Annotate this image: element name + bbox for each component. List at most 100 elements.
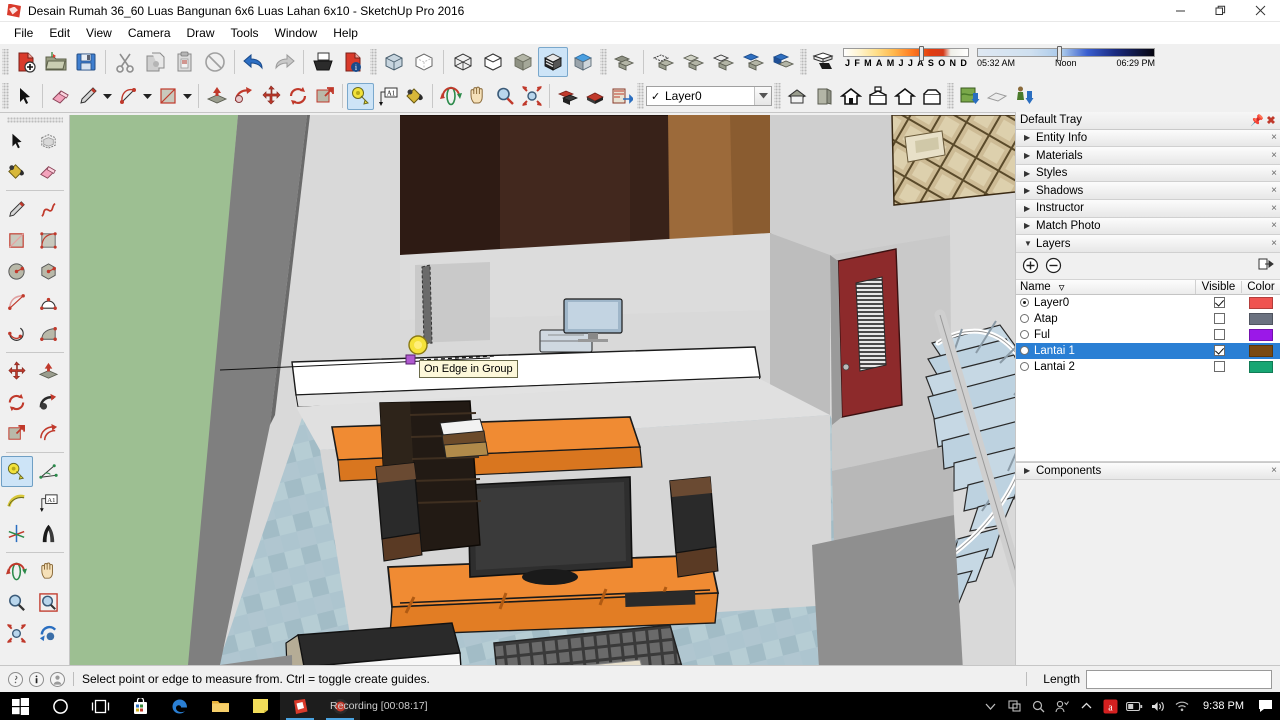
rectangle-tool-button[interactable] xyxy=(154,83,181,110)
model-viewport[interactable]: On Edge in Group xyxy=(70,115,1015,665)
toolbar-grip[interactable] xyxy=(2,83,9,109)
previous-view-button[interactable] xyxy=(33,618,65,649)
people-icon[interactable] xyxy=(1051,692,1073,720)
xray-style-button[interactable] xyxy=(379,47,409,77)
right-view-button[interactable] xyxy=(918,83,945,110)
display-section-cuts-button[interactable] xyxy=(678,47,708,77)
toolbar-grip[interactable] xyxy=(600,49,607,75)
hidden-line-style-button[interactable] xyxy=(478,47,508,77)
shadow-toggle-button[interactable] xyxy=(809,47,839,77)
menu-tools[interactable]: Tools xyxy=(223,23,267,43)
sketchup-app-button[interactable] xyxy=(280,692,320,720)
rotate-tool-button[interactable] xyxy=(284,83,311,110)
display-icon[interactable] xyxy=(1003,692,1025,720)
close-icon[interactable]: ✖ xyxy=(1264,114,1278,127)
zoom-extents-tool-button[interactable] xyxy=(518,83,545,110)
tray-panel-entity-info[interactable]: ▶ Entity Info × xyxy=(1016,129,1280,148)
paint-bucket-tool-button[interactable] xyxy=(1,156,33,187)
arc-3point-tool-button[interactable] xyxy=(33,287,65,318)
zoom-tool-button[interactable] xyxy=(491,83,518,110)
account-icon[interactable] xyxy=(50,671,65,687)
toolbar-grip[interactable] xyxy=(774,83,781,109)
column-header-color[interactable]: Color xyxy=(1242,281,1280,293)
pan-tool-button[interactable] xyxy=(464,83,491,110)
tray-panel-shadows[interactable]: ▶ Shadows × xyxy=(1016,182,1280,201)
select-tool-button[interactable] xyxy=(11,83,38,110)
menu-view[interactable]: View xyxy=(78,23,120,43)
remove-layer-button[interactable] xyxy=(1045,257,1062,274)
layer-row[interactable]: Atap xyxy=(1016,311,1280,327)
undo-button[interactable] xyxy=(239,47,269,77)
layer-row[interactable]: Layer0 xyxy=(1016,295,1280,311)
search-icon[interactable] xyxy=(1027,692,1049,720)
store-button[interactable] xyxy=(120,692,160,720)
arc-tool-button[interactable] xyxy=(114,83,141,110)
chevron-down-icon[interactable] xyxy=(754,87,771,105)
layer-color-swatch[interactable] xyxy=(1249,360,1273,373)
model-info-button[interactable]: i xyxy=(338,47,368,77)
time-slider-thumb[interactable] xyxy=(1056,46,1062,61)
layer-visible-checkbox[interactable] xyxy=(1213,297,1225,309)
orbit-tool-button[interactable] xyxy=(437,83,464,110)
back-edges-style-button[interactable] xyxy=(409,47,439,77)
front-view-button[interactable] xyxy=(837,83,864,110)
previous-view-button[interactable] xyxy=(554,83,581,110)
select-tool-button[interactable] xyxy=(1,125,33,156)
add-layer-button[interactable] xyxy=(1022,257,1039,274)
photo-textures-button[interactable] xyxy=(1010,83,1037,110)
iso-view-button[interactable] xyxy=(783,83,810,110)
battery-icon[interactable] xyxy=(1123,692,1145,720)
paint-bucket-tool-button[interactable] xyxy=(401,83,428,110)
measurement-input[interactable] xyxy=(1086,669,1272,689)
scale-tool-button[interactable] xyxy=(1,418,33,449)
3d-text-tool-button[interactable] xyxy=(33,518,65,549)
show-hidden-icon[interactable] xyxy=(979,692,1001,720)
shaded-style-button[interactable] xyxy=(508,47,538,77)
layer-selector[interactable]: ✓ Layer0 xyxy=(646,86,772,106)
active-layer-radio[interactable] xyxy=(1020,346,1029,356)
make-component-tool-button[interactable] xyxy=(33,125,65,156)
move-tool-button[interactable] xyxy=(257,83,284,110)
new-document-button[interactable] xyxy=(11,47,41,77)
text-tool-button[interactable]: A1 xyxy=(33,487,65,518)
arc-segment-tool-button[interactable] xyxy=(33,318,65,349)
menu-file[interactable]: File xyxy=(6,23,41,43)
redo-button[interactable] xyxy=(269,47,299,77)
rectangle-tool-dropdown[interactable] xyxy=(181,82,194,110)
open-document-button[interactable] xyxy=(41,47,71,77)
toolbar-grip[interactable] xyxy=(637,83,644,109)
minimize-button[interactable] xyxy=(1160,0,1200,22)
next-view-button[interactable] xyxy=(581,83,608,110)
scale-tool-button[interactable] xyxy=(311,83,338,110)
layer-visible-checkbox[interactable] xyxy=(1213,361,1225,373)
active-layer-radio[interactable] xyxy=(1020,362,1029,372)
file-explorer-button[interactable] xyxy=(200,692,240,720)
layer-color-swatch[interactable] xyxy=(1249,296,1273,309)
layer-visible-checkbox[interactable] xyxy=(1213,329,1225,341)
left-view-button[interactable] xyxy=(891,83,918,110)
sticky-notes-button[interactable] xyxy=(240,692,280,720)
layer-visible-checkbox[interactable] xyxy=(1213,345,1225,357)
follow-me-tool-button[interactable] xyxy=(33,387,65,418)
month-gradient[interactable] xyxy=(843,46,969,61)
volume-icon[interactable] xyxy=(1147,692,1169,720)
walkthrough-button[interactable] xyxy=(608,83,635,110)
freehand-tool-button[interactable] xyxy=(33,194,65,225)
toolbar-grip[interactable] xyxy=(947,83,954,109)
layer-row[interactable]: Lantai 1 xyxy=(1016,342,1280,359)
section-group-2-button[interactable] xyxy=(768,47,798,77)
add-location-button[interactable] xyxy=(956,83,983,110)
tray-panel-layers[interactable]: ▼ Layers × xyxy=(1016,235,1280,253)
close-icon[interactable]: × xyxy=(1268,150,1280,161)
line-tool-button[interactable] xyxy=(1,194,33,225)
axes-tool-button[interactable] xyxy=(1,518,33,549)
action-center-icon[interactable] xyxy=(1254,692,1276,720)
follow-me-tool-button[interactable] xyxy=(230,83,257,110)
section-group-1-button[interactable] xyxy=(738,47,768,77)
move-tool-button[interactable] xyxy=(1,356,33,387)
cut-button[interactable] xyxy=(110,47,140,77)
pin-icon[interactable]: 📌 xyxy=(1250,114,1264,127)
chevron-up-icon[interactable] xyxy=(1075,692,1097,720)
time-gradient[interactable] xyxy=(977,46,1155,61)
tray-panel-components[interactable]: ▶ Components × xyxy=(1016,461,1280,480)
